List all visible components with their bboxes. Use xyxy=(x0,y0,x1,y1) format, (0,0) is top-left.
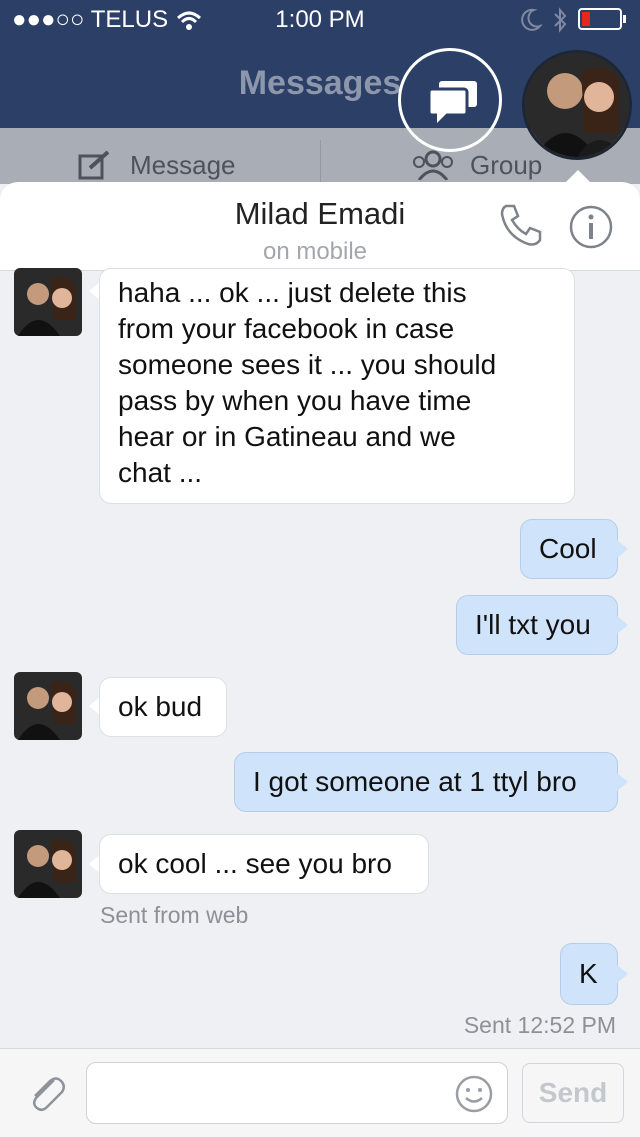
emoji-icon[interactable] xyxy=(454,1074,494,1114)
incoming-message-bubble[interactable]: ok bud xyxy=(99,677,227,737)
message-input[interactable] xyxy=(86,1062,508,1124)
battery-icon xyxy=(578,8,626,30)
incoming-message-bubble[interactable]: haha ... ok ... just delete this from yo… xyxy=(99,268,575,504)
message-text-line: chat ... xyxy=(118,457,203,488)
avatar xyxy=(14,672,82,740)
sender-avatar[interactable] xyxy=(14,268,82,336)
message-text-line: someone sees it ... you should xyxy=(118,349,497,380)
message-text: ok cool ... see you bro xyxy=(118,848,392,879)
bluetooth-icon xyxy=(554,7,567,33)
message-text: K xyxy=(579,958,598,989)
outgoing-message-bubble[interactable]: I'll txt you xyxy=(456,595,618,655)
chat-heads-icon xyxy=(429,81,477,123)
phone-icon[interactable] xyxy=(498,202,544,248)
incoming-message-bubble[interactable]: ok cool ... see you bro xyxy=(99,834,429,894)
message-text-line: pass by when you have time xyxy=(118,385,472,416)
message-text-line: from your facebook in case xyxy=(118,313,455,344)
outgoing-message-bubble[interactable]: K xyxy=(560,943,618,1005)
message-text-line: hear or in Gatineau and we xyxy=(118,421,456,452)
chat-heads-button[interactable] xyxy=(398,48,502,152)
avatar xyxy=(525,53,629,157)
compose-icon[interactable] xyxy=(78,150,112,180)
new-group-button[interactable]: Group xyxy=(470,150,542,181)
send-button[interactable]: Send xyxy=(522,1063,624,1123)
message-text: I'll txt you xyxy=(475,609,591,640)
clock: 1:00 PM xyxy=(275,6,365,33)
sender-avatar[interactable] xyxy=(14,672,82,740)
group-icon[interactable] xyxy=(410,150,456,180)
bubble-tail xyxy=(617,616,628,634)
message-text: ok bud xyxy=(118,691,203,722)
bubble-tail xyxy=(617,540,628,558)
contact-chat-head-avatar[interactable] xyxy=(522,50,632,160)
new-message-button[interactable]: Message xyxy=(130,150,236,181)
bubble-tail xyxy=(617,965,628,983)
bubble-tail xyxy=(617,773,628,791)
message-text: Cool xyxy=(539,533,597,564)
sender-avatar[interactable] xyxy=(14,830,82,898)
avatar xyxy=(14,830,82,898)
moon-icon xyxy=(521,8,542,31)
info-icon[interactable] xyxy=(568,204,614,250)
message-source: Sent from web xyxy=(100,902,249,928)
outgoing-message-bubble[interactable]: I got someone at 1 ttyl bro xyxy=(234,752,618,812)
message-timestamp: Sent 12:52 PM xyxy=(463,1012,616,1038)
avatar xyxy=(14,268,82,336)
contact-name: Milad Emadi xyxy=(234,196,406,231)
message-text-line: haha ... ok ... just delete this xyxy=(118,277,467,308)
divider xyxy=(320,140,321,184)
outgoing-message-bubble[interactable]: Cool xyxy=(520,519,618,579)
message-text: I got someone at 1 ttyl bro xyxy=(253,766,577,797)
attachment-icon[interactable] xyxy=(24,1072,68,1116)
